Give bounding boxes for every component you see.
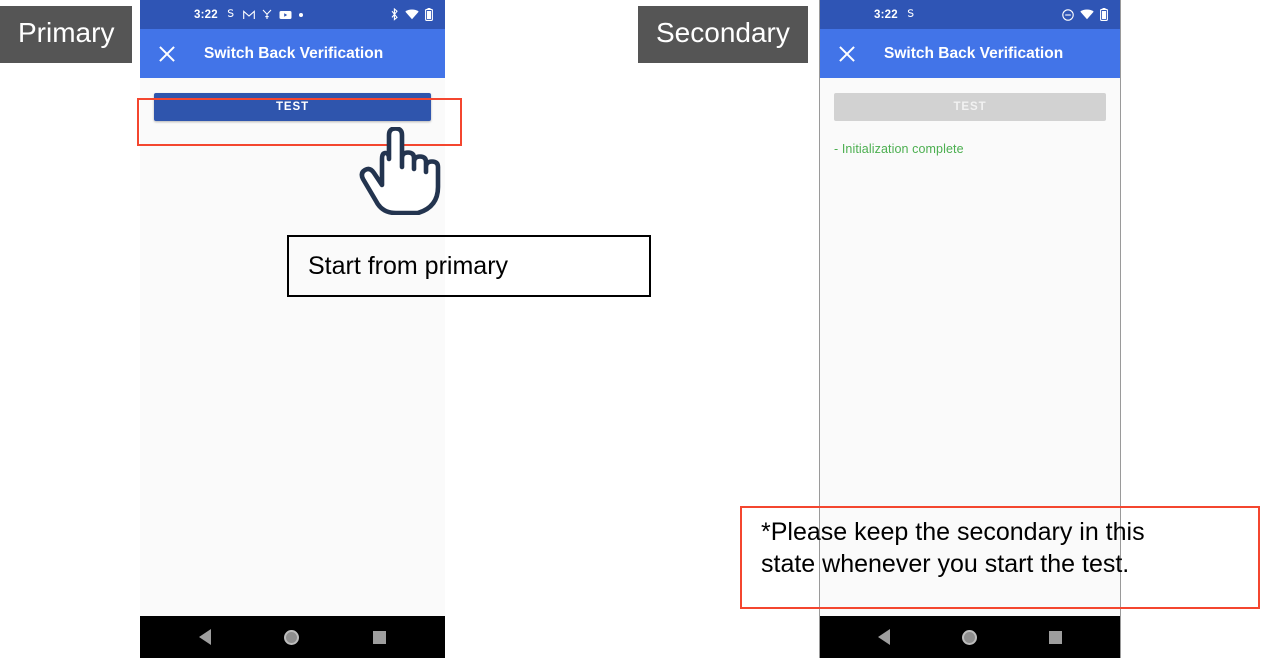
primary-status-right-group bbox=[390, 8, 433, 21]
wifi-icon bbox=[1080, 9, 1094, 20]
primary-app-content: TEST bbox=[140, 78, 445, 616]
secondary-status-time: 3:22 bbox=[874, 8, 898, 21]
secondary-role-label: Secondary bbox=[638, 6, 808, 63]
primary-status-bar: 3:22 bbox=[140, 0, 445, 29]
secondary-nav-bar bbox=[820, 616, 1120, 658]
primary-callout-box: Start from primary bbox=[287, 235, 651, 297]
back-triangle-icon[interactable] bbox=[198, 629, 211, 645]
secondary-test-button: TEST bbox=[834, 93, 1106, 121]
battery-icon bbox=[1100, 8, 1108, 21]
skype-icon bbox=[225, 9, 236, 20]
youtube-icon bbox=[279, 10, 292, 20]
primary-status-time: 3:22 bbox=[194, 8, 218, 21]
primary-nav-bar bbox=[140, 616, 445, 658]
secondary-status-right-group bbox=[1062, 8, 1108, 21]
battery-icon bbox=[425, 8, 433, 21]
secondary-status-left-group: 3:22 bbox=[874, 9, 916, 21]
home-circle-icon[interactable] bbox=[962, 629, 977, 645]
mail-icon bbox=[242, 9, 255, 20]
wifi-icon bbox=[405, 9, 419, 20]
primary-role-label: Primary bbox=[0, 6, 133, 63]
more-dot-icon bbox=[298, 12, 303, 17]
secondary-note-box: *Please keep the secondary in this state… bbox=[740, 506, 1260, 609]
secondary-app-title: Switch Back Verification bbox=[884, 44, 1064, 62]
home-circle-icon[interactable] bbox=[284, 629, 300, 645]
secondary-note-line-2: state whenever you start the test. bbox=[761, 550, 1130, 578]
primary-status-left-group: 3:22 bbox=[194, 9, 303, 21]
wrench-icon bbox=[262, 9, 272, 20]
skype-icon bbox=[905, 9, 916, 20]
primary-app-title: Switch Back Verification bbox=[204, 44, 384, 62]
back-triangle-icon[interactable] bbox=[878, 629, 890, 645]
close-icon[interactable] bbox=[836, 43, 858, 65]
do-not-disturb-icon bbox=[1062, 8, 1074, 21]
secondary-status-bar: 3:22 bbox=[820, 0, 1120, 29]
secondary-log-text: - Initialization complete bbox=[834, 142, 964, 156]
secondary-app-bar: Switch Back Verification bbox=[820, 29, 1120, 78]
primary-callout-text: Start from primary bbox=[308, 251, 509, 280]
primary-app-bar: Switch Back Verification bbox=[140, 29, 445, 78]
recents-square-icon[interactable] bbox=[1049, 630, 1062, 644]
recents-square-icon[interactable] bbox=[373, 630, 387, 644]
test-button-highlight-box bbox=[137, 98, 462, 146]
bluetooth-icon bbox=[390, 8, 399, 21]
secondary-note-line-1: *Please keep the secondary in this bbox=[761, 518, 1145, 546]
close-icon[interactable] bbox=[156, 43, 178, 65]
